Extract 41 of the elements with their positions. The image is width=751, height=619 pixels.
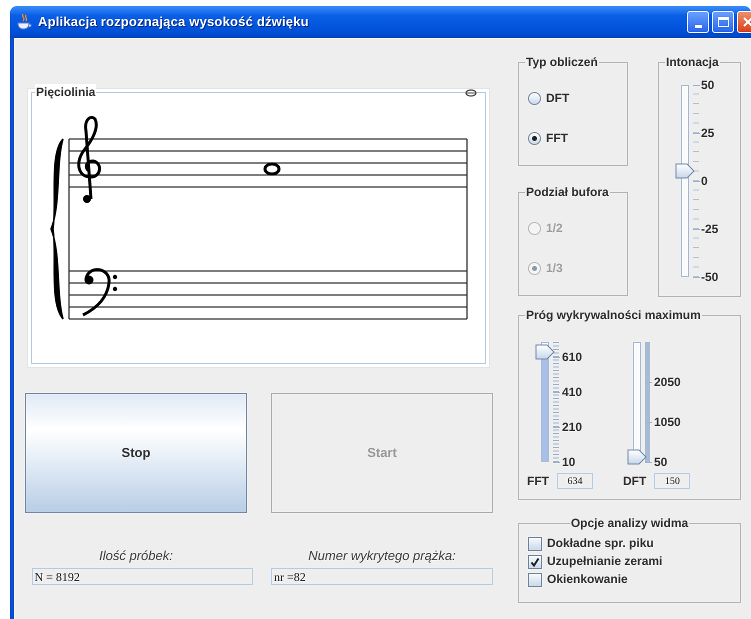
panel-title: Pięciolinia [35, 84, 96, 100]
tick-label: 50 [701, 77, 714, 93]
tick-label: 10 [562, 454, 576, 470]
group-title: Typ obliczeń [525, 54, 599, 70]
tick-label: 210 [562, 419, 582, 435]
group-title: Próg wykrywalności maximum [525, 307, 702, 323]
readout-field[interactable]: nr =82 [271, 568, 493, 585]
tick-label: 410 [562, 384, 582, 400]
tick-label: 2050 [654, 374, 681, 390]
readout-field[interactable]: N = 8192 [32, 568, 252, 585]
group-title: Opcje analizy widma [570, 515, 690, 531]
window-title: Aplikacja rozpoznająca wysokość dźwięku [38, 13, 309, 32]
tick-label: -50 [701, 269, 718, 285]
slider-handle[interactable] [627, 449, 647, 466]
maximize-button[interactable] [712, 11, 734, 33]
slider-label: DFT [623, 473, 646, 490]
slider-label: FFT [527, 473, 549, 490]
tick-label: 50 [654, 454, 668, 470]
check-icon [530, 556, 540, 566]
slider-handle[interactable] [535, 344, 555, 360]
checkbox[interactable]: Okienkowanie [528, 572, 628, 587]
slider-handle[interactable] [675, 163, 695, 180]
group-title: Intonacja [665, 54, 720, 70]
readout-label: Numer wykrytego prążka: [308, 547, 456, 565]
value-field[interactable]: 150 [654, 473, 690, 489]
checkbox[interactable]: Uzupełnianie zerami [528, 554, 662, 569]
radio-button[interactable]: DFT [528, 91, 570, 105]
radio-button[interactable]: FFT [528, 131, 568, 145]
readout-label: Ilość próbek: [99, 547, 173, 565]
tick-label: 1050 [654, 414, 681, 430]
stop-button[interactable]: Stop [25, 393, 247, 513]
tick-label: 0 [701, 173, 708, 189]
collapse-icon[interactable] [465, 89, 477, 97]
value-field[interactable]: 634 [557, 473, 593, 489]
checkbox[interactable]: Dokładne spr. piku [528, 536, 654, 551]
tick-label: 25 [701, 125, 714, 141]
close-icon [743, 17, 751, 27]
coffee-cup-icon [16, 13, 32, 31]
minimize-button[interactable] [687, 11, 709, 33]
tick-label: 610 [562, 349, 582, 365]
tick-label: -25 [701, 221, 718, 237]
